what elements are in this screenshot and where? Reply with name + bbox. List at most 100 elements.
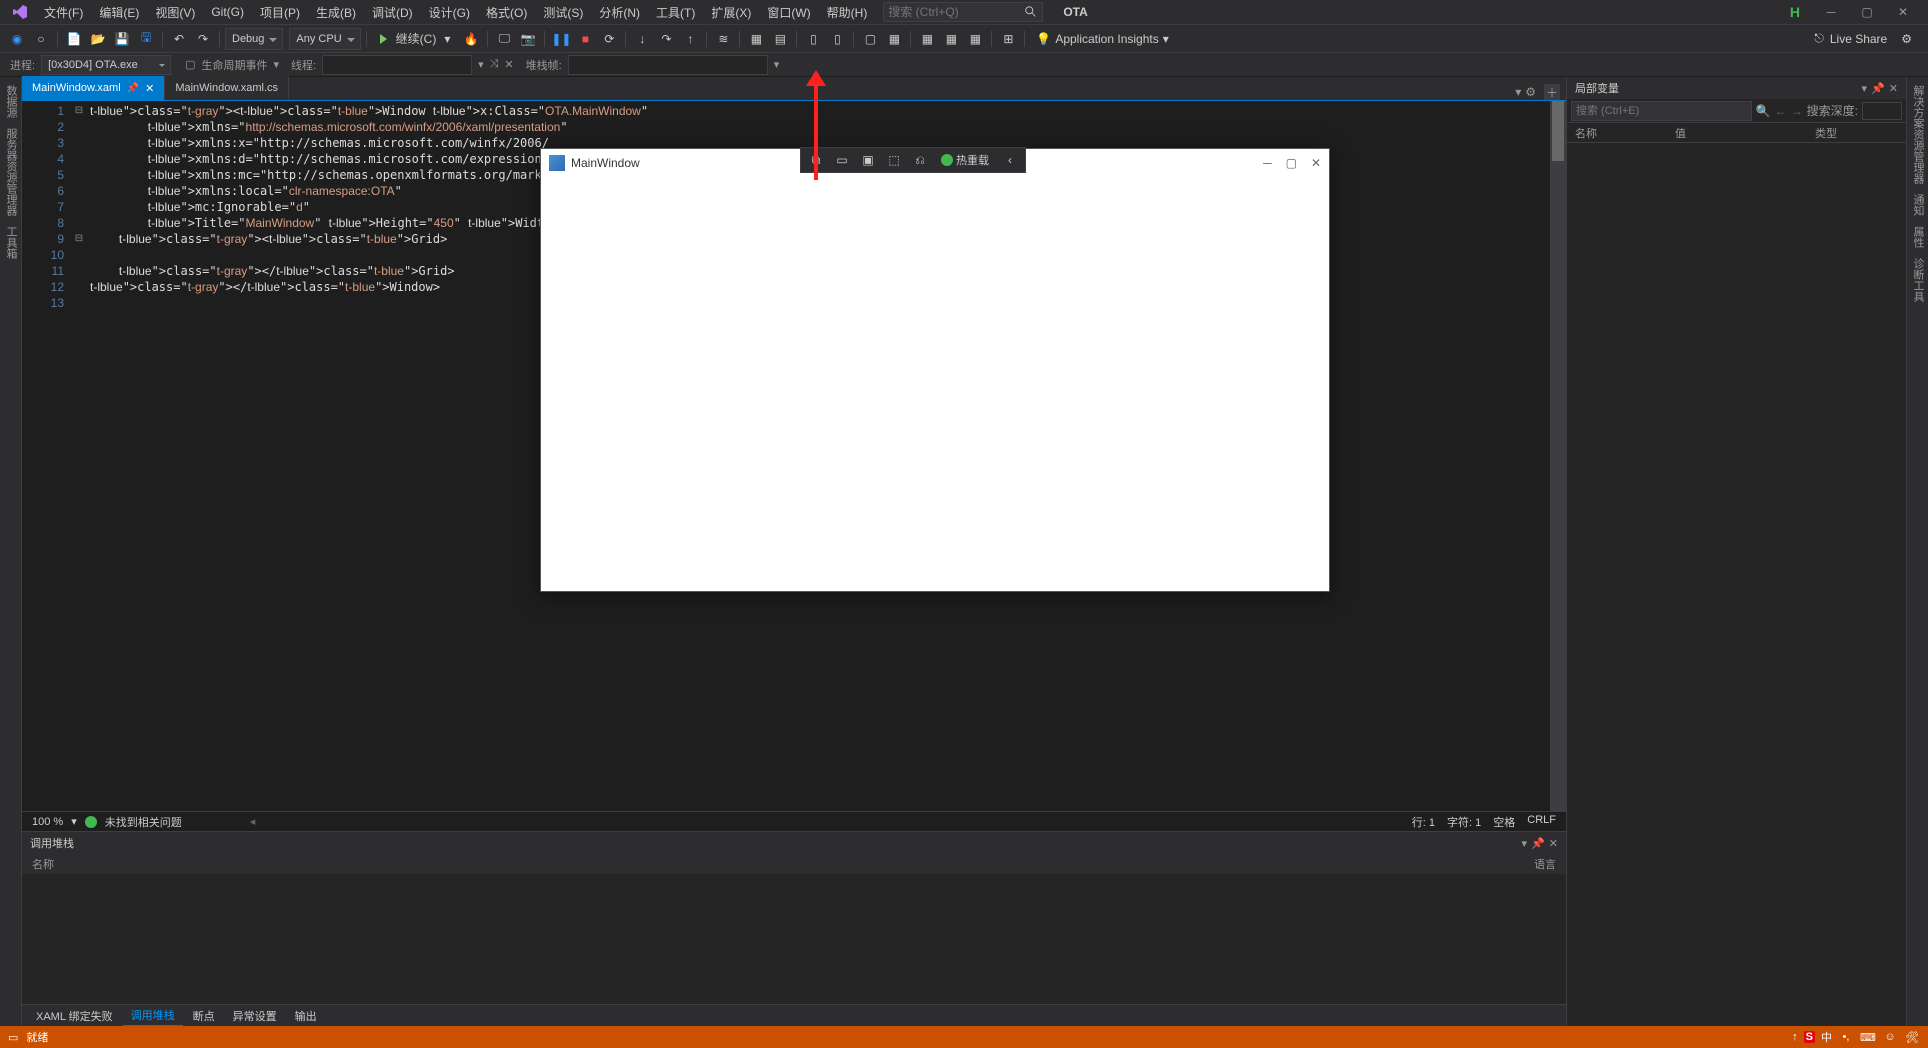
vtab-diagnostics[interactable]: 诊断工具 — [1909, 258, 1926, 302]
menu-design[interactable]: 设计(G) — [421, 2, 478, 23]
restart-button[interactable]: ⟳ — [598, 28, 620, 50]
ime-tool-icon[interactable]: 🛠 — [1904, 1029, 1920, 1045]
display-layout-icon[interactable]: ▣ — [857, 150, 879, 170]
step-into-button[interactable]: ↓ — [631, 28, 653, 50]
filter-icon[interactable]: ⤨ — [490, 58, 499, 71]
tool-btn-2[interactable]: ▦ — [745, 28, 767, 50]
vtab-datasource[interactable]: 数据源 — [2, 85, 19, 118]
panel-dropdown-icon[interactable]: ▾ — [1522, 837, 1528, 850]
redo-button[interactable]: ↷ — [192, 28, 214, 50]
depth-combo[interactable] — [1862, 102, 1902, 120]
menu-help[interactable]: 帮助(H) — [819, 2, 876, 23]
step-over-button[interactable]: ↷ — [655, 28, 677, 50]
col-value[interactable]: 值 — [1675, 125, 1815, 141]
panel-close-icon[interactable]: ✕ — [1549, 837, 1558, 850]
sogou-ime-icon[interactable]: S — [1804, 1031, 1815, 1043]
account-badge[interactable]: H — [1780, 4, 1810, 20]
ime-lang[interactable]: 中 — [1821, 1029, 1832, 1045]
tool-btn-9[interactable]: ▦ — [940, 28, 962, 50]
add-tab-button[interactable]: ＋ — [1544, 84, 1560, 100]
tool-btn-7[interactable]: ▦ — [883, 28, 905, 50]
select-element-icon[interactable]: ▭ — [831, 150, 853, 170]
fold-gutter[interactable]: ⊟⊟ — [72, 101, 86, 811]
ime-keyboard-icon[interactable]: ⌨ — [1860, 1029, 1876, 1045]
nav-fwd-icon[interactable]: → — [1791, 104, 1803, 118]
vtab-toolbox[interactable]: 工具箱 — [2, 226, 19, 259]
vtab-properties[interactable]: 属性 — [1909, 226, 1926, 248]
tab-output[interactable]: 输出 — [287, 1006, 325, 1026]
liveshare-button[interactable]: ⎋Live Share⚙ — [1804, 31, 1922, 46]
menu-window[interactable]: 窗口(W) — [759, 2, 818, 23]
ins-indicator[interactable]: 空格 — [1493, 814, 1515, 830]
save-all-button[interactable]: 🖫 — [135, 28, 157, 50]
nav-back-icon[interactable]: ← — [1775, 104, 1787, 118]
app-close-button[interactable]: ✕ — [1311, 156, 1321, 170]
visual-tree-icon[interactable]: ⧉ — [805, 150, 827, 170]
xaml-binding-icon[interactable]: ⎌ — [909, 150, 931, 170]
col-type[interactable]: 类型 — [1815, 125, 1837, 141]
vtab-notifications[interactable]: 通知 — [1909, 194, 1926, 216]
zoom-level[interactable]: 100 % — [32, 816, 63, 828]
record-button[interactable]: 📷 — [517, 28, 539, 50]
menu-git[interactable]: Git(G) — [203, 3, 252, 21]
quick-search[interactable] — [883, 2, 1043, 22]
collapse-icon[interactable]: ‹ — [999, 150, 1021, 170]
minimize-button[interactable]: ─ — [1816, 2, 1846, 22]
clear-icon[interactable]: ✕ — [504, 58, 513, 71]
nav-back-button[interactable]: ◉ — [6, 28, 28, 50]
menu-analyze[interactable]: 分析(N) — [591, 2, 648, 23]
save-button[interactable]: 💾 — [111, 28, 133, 50]
line-indicator[interactable]: 行: 1 — [1412, 814, 1435, 830]
vtab-solution-explorer[interactable]: 解决方案资源管理器 — [1909, 85, 1926, 184]
tab-dropdown-icon[interactable]: ▾ — [1515, 85, 1521, 99]
scroll-thumb[interactable] — [1552, 101, 1564, 161]
menu-build[interactable]: 生成(B) — [308, 2, 364, 23]
close-button[interactable]: ✕ — [1888, 2, 1918, 22]
tool-btn-11[interactable]: ⊞ — [997, 28, 1019, 50]
running-app-window[interactable]: MainWindow ─ ▢ ✕ — [540, 148, 1330, 592]
vertical-scrollbar[interactable] — [1550, 101, 1566, 811]
locals-body[interactable] — [1567, 143, 1906, 1026]
nav-fwd-button[interactable]: ○ — [30, 28, 52, 50]
hot-reload-button[interactable]: 热重载 — [935, 152, 995, 168]
menu-edit[interactable]: 编辑(E) — [91, 2, 147, 23]
lifecycle-label[interactable]: 生命周期事件 — [201, 57, 267, 73]
col-lang[interactable]: 语言 — [1534, 856, 1556, 872]
tool-btn-4[interactable]: ▯ — [802, 28, 824, 50]
tool-btn-6[interactable]: ▢ — [859, 28, 881, 50]
panel-dropdown-icon[interactable]: ▾ — [1862, 82, 1868, 95]
panel-pin-icon[interactable]: 📌 — [1871, 82, 1885, 95]
thread-input[interactable] — [322, 55, 472, 75]
app-maximize-button[interactable]: ▢ — [1286, 156, 1297, 170]
pause-button[interactable]: ❚❚ — [550, 28, 572, 50]
quick-search-input[interactable] — [888, 5, 1018, 19]
tab-exceptions[interactable]: 异常设置 — [225, 1006, 285, 1026]
locals-search-input[interactable] — [1571, 101, 1752, 121]
menu-tools[interactable]: 工具(T) — [648, 2, 703, 23]
continue-button[interactable]: 继续(C)▾ — [372, 28, 459, 50]
callstack-body[interactable] — [22, 874, 1566, 1004]
ime-smile-icon[interactable]: ☺ — [1882, 1029, 1898, 1045]
gear-icon[interactable]: ⚙ — [1525, 85, 1536, 99]
vtab-server-explorer[interactable]: 服务器资源管理器 — [2, 128, 19, 216]
process-combo[interactable]: [0x30D4] OTA.exe — [41, 55, 171, 75]
hot-reload-icon[interactable]: 🔥 — [460, 28, 482, 50]
upload-icon[interactable]: ↑ — [1792, 1031, 1798, 1043]
tab-mainwindow-xaml[interactable]: MainWindow.xaml 📌 ✕ — [22, 76, 165, 100]
menu-debug[interactable]: 调试(D) — [364, 2, 421, 23]
maximize-button[interactable]: ▢ — [1852, 2, 1882, 22]
panel-close-icon[interactable]: ✕ — [1889, 82, 1898, 95]
stackframe-input[interactable] — [568, 55, 768, 75]
tab-mainwindow-cs[interactable]: MainWindow.xaml.cs — [165, 76, 289, 100]
stop-button[interactable]: ■ — [574, 28, 596, 50]
tool-btn-8[interactable]: ▦ — [916, 28, 938, 50]
pin-icon[interactable]: 📌 — [127, 83, 139, 94]
floating-debug-toolbar[interactable]: ⧉ ▭ ▣ ⬚ ⎌ 热重载 ‹ — [800, 147, 1026, 173]
tab-callstack[interactable]: 调用堆栈 — [123, 1005, 183, 1027]
tool-btn-3[interactable]: ▤ — [769, 28, 791, 50]
menu-file[interactable]: 文件(F) — [36, 2, 91, 23]
new-project-button[interactable]: 📄 — [63, 28, 85, 50]
step-out-button[interactable]: ↑ — [679, 28, 701, 50]
close-tab-icon[interactable]: ✕ — [145, 82, 154, 95]
tool-btn-1[interactable]: ≋ — [712, 28, 734, 50]
